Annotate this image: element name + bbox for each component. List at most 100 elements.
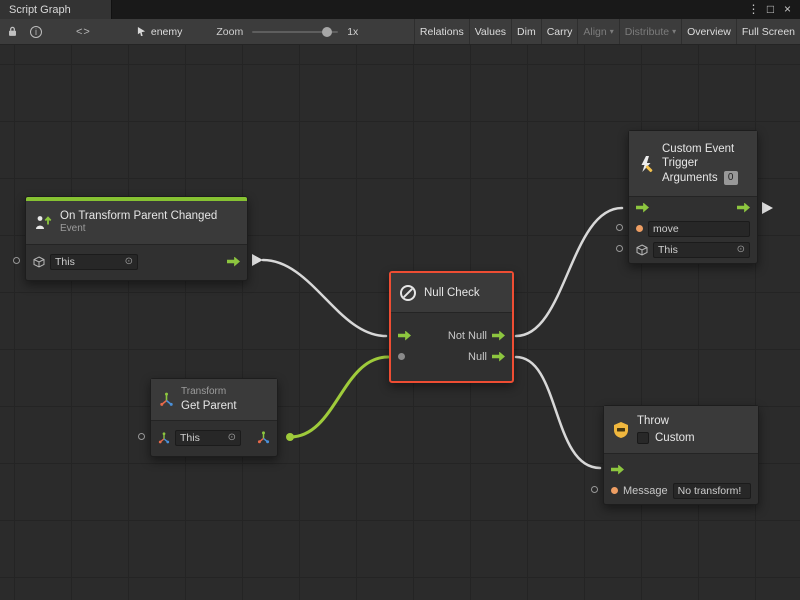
wire-event-to-nullcheck bbox=[263, 260, 386, 336]
object-picker-icon[interactable]: ⊙ bbox=[737, 244, 745, 255]
object-picker-icon[interactable]: ⊙ bbox=[228, 432, 236, 443]
event-output-port[interactable] bbox=[252, 254, 263, 266]
menu-icon[interactable]: ⋮ bbox=[745, 0, 762, 19]
transform-icon bbox=[159, 392, 174, 407]
arguments-field[interactable]: 0 bbox=[724, 171, 738, 185]
node-header: Throw Custom bbox=[604, 406, 758, 454]
chevron-down-icon: ▾ bbox=[672, 27, 676, 36]
transform-icon bbox=[158, 432, 170, 444]
node-get-parent[interactable]: Transform Get Parent This ⊙ bbox=[150, 378, 278, 457]
target-value: This bbox=[658, 244, 678, 256]
wire-notnull-to-trigger bbox=[516, 208, 622, 336]
custom-checkbox[interactable] bbox=[637, 432, 649, 444]
zoom-slider-handle[interactable] bbox=[322, 27, 332, 37]
target-port-circle[interactable] bbox=[616, 245, 623, 252]
zoom-label: Zoom bbox=[216, 26, 243, 38]
cube-icon bbox=[636, 244, 648, 256]
maximize-icon[interactable]: □ bbox=[762, 0, 779, 19]
unity-script-graph-window: Script Graph ⋮ □ × i <> enemy Zoom 1x Re… bbox=[0, 0, 800, 600]
transform-output-port-icon[interactable] bbox=[257, 431, 270, 444]
not-null-label: Not Null bbox=[448, 330, 487, 342]
message-value-port[interactable] bbox=[611, 487, 618, 494]
node-throw[interactable]: Throw Custom Message No transform! bbox=[603, 405, 759, 505]
close-icon[interactable]: × bbox=[779, 0, 796, 19]
event-icon bbox=[34, 214, 53, 231]
node-title: Get Parent bbox=[181, 399, 237, 413]
graph-canvas[interactable]: On Transform Parent Changed Event This ⊙ bbox=[0, 45, 800, 600]
flow-input-arrow-icon[interactable] bbox=[398, 331, 411, 341]
align-button: Align ▾ bbox=[577, 19, 618, 44]
node-header: Transform Get Parent bbox=[151, 379, 277, 421]
values-button[interactable]: Values bbox=[469, 19, 511, 44]
event-name-value: move bbox=[653, 223, 679, 235]
graph-pointer-icon bbox=[137, 26, 146, 37]
message-port-circle[interactable] bbox=[591, 486, 598, 493]
code-icon[interactable]: <> bbox=[70, 26, 97, 38]
node-title: Null Check bbox=[424, 287, 480, 299]
cube-icon bbox=[33, 256, 45, 268]
graph-breadcrumb[interactable]: enemy bbox=[137, 26, 183, 38]
target-field[interactable]: This ⊙ bbox=[50, 254, 138, 270]
target-field[interactable]: This ⊙ bbox=[653, 242, 750, 258]
target-port-circle[interactable] bbox=[13, 257, 20, 264]
target-port-circle[interactable] bbox=[138, 433, 145, 440]
distribute-label: Distribute bbox=[625, 26, 669, 38]
wire-null-to-throw bbox=[516, 357, 600, 468]
flow-input-arrow-icon[interactable] bbox=[611, 465, 624, 475]
info-icon[interactable]: i bbox=[24, 19, 48, 44]
zoom-value: 1x bbox=[347, 26, 358, 38]
null-output-arrow-icon[interactable] bbox=[492, 352, 505, 362]
custom-label: Custom bbox=[655, 431, 695, 445]
tab-script-graph[interactable]: Script Graph bbox=[0, 0, 112, 19]
message-label: Message bbox=[623, 485, 668, 497]
value-input-port[interactable] bbox=[398, 353, 405, 360]
node-null-check[interactable]: Null Check Not Null Null bbox=[389, 271, 514, 383]
relations-button[interactable]: Relations bbox=[414, 19, 469, 44]
graph-name: enemy bbox=[151, 26, 183, 38]
node-title: Trigger bbox=[662, 156, 738, 170]
null-check-icon bbox=[399, 284, 417, 302]
lock-icon[interactable] bbox=[0, 19, 24, 44]
message-field[interactable]: No transform! bbox=[673, 483, 751, 499]
node-category: Transform bbox=[181, 386, 237, 399]
flow-input-arrow-icon[interactable] bbox=[636, 203, 649, 213]
chevron-down-icon: ▾ bbox=[610, 27, 614, 36]
message-value: No transform! bbox=[678, 485, 742, 497]
carry-button[interactable]: Carry bbox=[541, 19, 578, 44]
node-title: On Transform Parent Changed bbox=[60, 209, 217, 223]
node-header: Null Check bbox=[391, 273, 512, 313]
dim-button[interactable]: Dim bbox=[511, 19, 541, 44]
node-category: Custom Event bbox=[662, 142, 738, 156]
node-trigger-custom-event[interactable]: Custom Event Trigger Arguments 0 bbox=[628, 130, 758, 264]
tab-bar: Script Graph ⋮ □ × bbox=[0, 0, 800, 19]
target-value: This bbox=[180, 432, 200, 444]
node-header: On Transform Parent Changed Event bbox=[26, 201, 247, 245]
node-on-transform-parent-changed[interactable]: On Transform Parent Changed Event This ⊙ bbox=[25, 196, 248, 281]
node-subtitle: Event bbox=[60, 223, 217, 236]
overview-button[interactable]: Overview bbox=[681, 19, 736, 44]
event-name-field[interactable]: move bbox=[648, 221, 750, 237]
zoom-slider[interactable] bbox=[252, 31, 338, 33]
flow-output-arrow-icon[interactable] bbox=[227, 257, 240, 267]
target-field[interactable]: This ⊙ bbox=[175, 430, 241, 446]
custom-event-icon bbox=[637, 155, 655, 173]
name-value-port[interactable] bbox=[636, 225, 643, 232]
tab-title: Script Graph bbox=[9, 4, 71, 16]
full-screen-button[interactable]: Full Screen bbox=[736, 19, 800, 44]
distribute-button: Distribute ▾ bbox=[619, 19, 681, 44]
info-glyph: i bbox=[30, 26, 42, 38]
object-picker-icon[interactable]: ⊙ bbox=[125, 256, 133, 267]
graph-toolbar: i <> enemy Zoom 1x Relations Values Dim … bbox=[0, 19, 800, 45]
throw-icon bbox=[612, 421, 630, 439]
getparent-output-port[interactable] bbox=[286, 433, 294, 441]
name-port-circle[interactable] bbox=[616, 224, 623, 231]
null-label: Null bbox=[468, 351, 487, 363]
node-title: Throw bbox=[637, 414, 695, 428]
trigger-output-port[interactable] bbox=[762, 202, 773, 214]
target-value: This bbox=[55, 256, 75, 268]
flow-output-arrow-icon[interactable] bbox=[737, 203, 750, 213]
align-label: Align bbox=[583, 26, 606, 38]
window-controls: ⋮ □ × bbox=[745, 0, 800, 19]
not-null-output-arrow-icon[interactable] bbox=[492, 331, 505, 341]
node-header: Custom Event Trigger Arguments 0 bbox=[629, 131, 757, 197]
